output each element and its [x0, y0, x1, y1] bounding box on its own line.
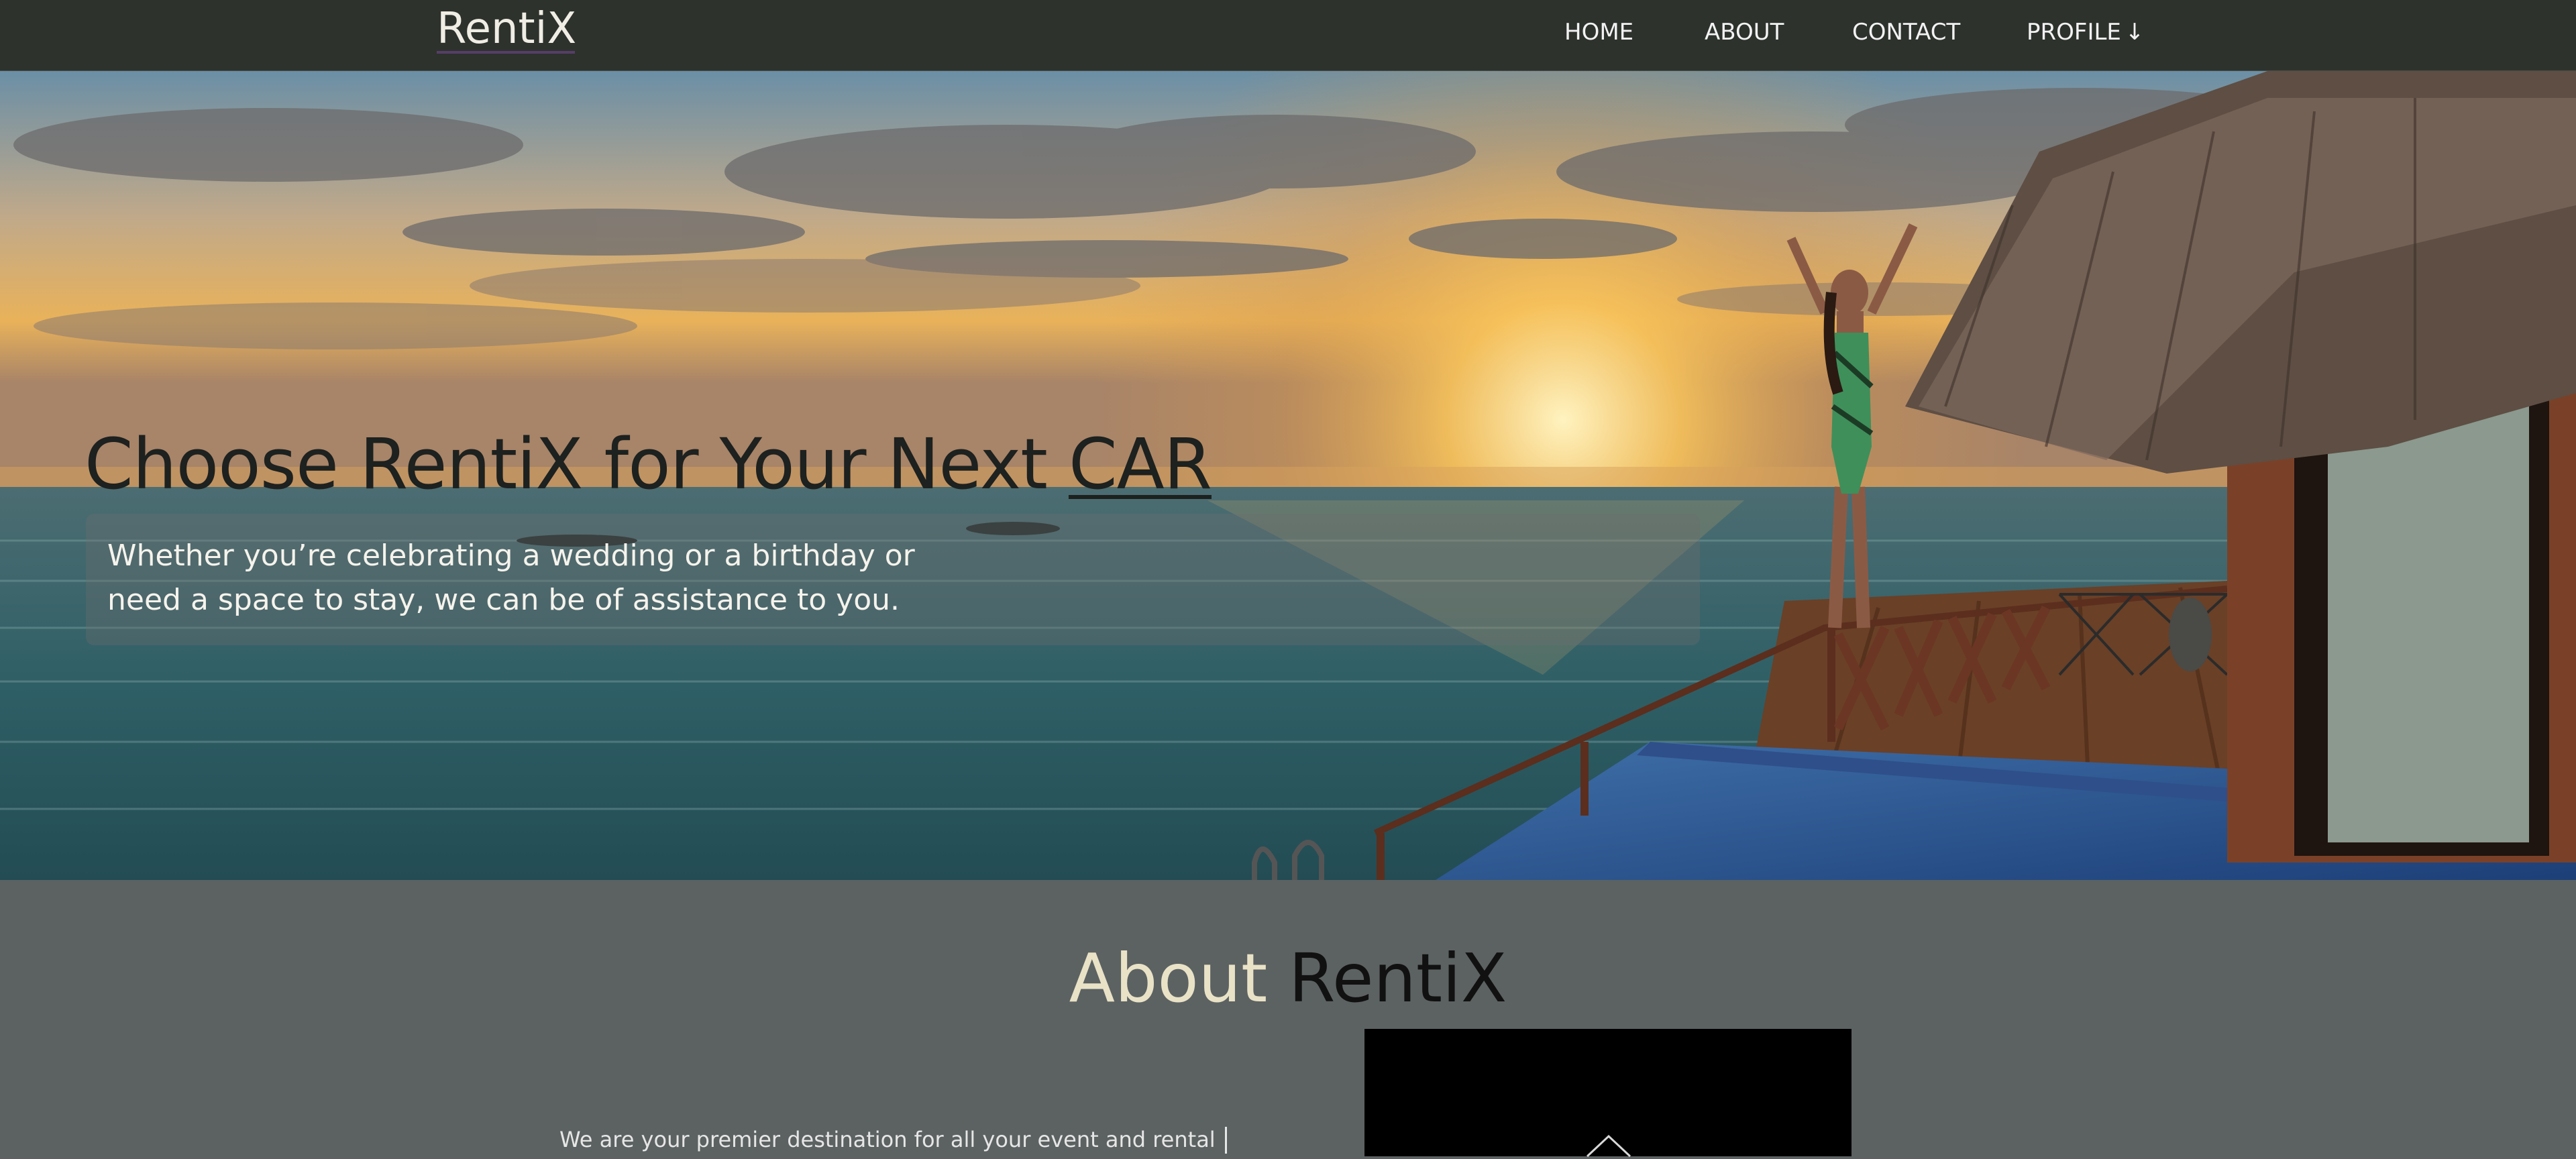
about-divider	[1225, 1127, 1227, 1154]
nav-home-link[interactable]: HOME	[1564, 19, 1633, 46]
nav-menu: HOME ABOUT CONTACT PROFILE ↓	[0, 19, 2576, 52]
nav-profile-label: PROFILE	[2027, 19, 2121, 46]
about-title-brand: RentiX	[1289, 939, 1507, 1017]
about-title-prefix: About	[1069, 939, 1289, 1017]
arrow-down-icon: ↓	[2125, 19, 2145, 46]
about-title: About RentiX	[0, 939, 2576, 1017]
hero-title-text: Choose RentiX for Your Next	[85, 423, 1069, 505]
hero-title: Choose RentiX for Your Next CAR	[85, 423, 1212, 505]
nav-contact-link[interactable]: CONTACT	[1852, 19, 1960, 46]
nav-about-link[interactable]: ABOUT	[1705, 19, 1784, 46]
nav-profile-dropdown[interactable]: PROFILE ↓	[2027, 19, 2144, 46]
top-navbar: RentiX HOME ABOUT CONTACT PROFILE ↓	[0, 0, 2576, 71]
hero-section: Choose RentiX for Your Next CAR Whether …	[0, 71, 2576, 880]
hero-description: Whether you’re celebrating a wedding or …	[107, 539, 915, 617]
about-description: We are your premier destination for all …	[559, 1127, 1216, 1152]
hero-title-emphasis: CAR	[1068, 423, 1212, 505]
